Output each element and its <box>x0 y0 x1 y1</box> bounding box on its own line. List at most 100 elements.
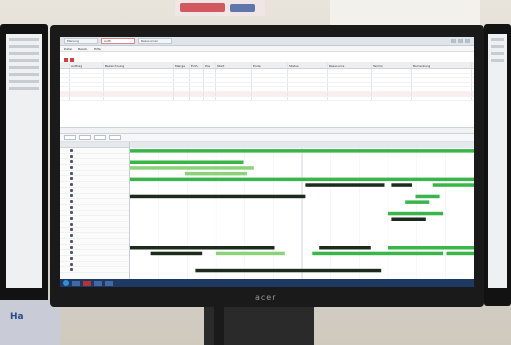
table-cell <box>412 73 472 78</box>
table-cell <box>70 91 104 96</box>
table-cell <box>372 87 412 91</box>
toolbar-icon[interactable] <box>70 57 74 62</box>
folder-icon <box>70 182 73 186</box>
gantt-bar[interactable] <box>130 160 244 165</box>
close-icon[interactable] <box>465 39 470 43</box>
order-grid: Auftrag Bezeichnung Menge Einh. Pos Start Ende… <box>60 57 474 127</box>
table-cell <box>70 96 104 101</box>
gantt-bar[interactable] <box>305 183 385 187</box>
table-cell <box>372 78 412 82</box>
gantt-bar[interactable] <box>432 183 474 187</box>
start-button[interactable] <box>63 280 69 286</box>
column-header[interactable]: Bemerkung <box>412 63 472 68</box>
gantt-bar[interactable] <box>446 251 475 256</box>
gantt-bar[interactable] <box>130 246 275 250</box>
column-header[interactable]: Status <box>288 63 328 68</box>
column-header[interactable]: Pos <box>204 63 216 68</box>
table-cell <box>252 96 288 101</box>
title-bar: Planung Auftr Ressourcen <box>60 37 474 46</box>
gantt-toolbar-button[interactable] <box>64 135 76 140</box>
tab-1[interactable]: Auftr <box>101 38 135 44</box>
gantt-panel <box>60 134 474 279</box>
tab-0[interactable]: Planung <box>64 38 98 44</box>
tree-row[interactable] <box>60 267 129 274</box>
gantt-bar[interactable] <box>319 246 371 250</box>
folder-icon <box>70 256 73 260</box>
table-cell <box>60 87 70 91</box>
gantt-bar[interactable] <box>312 251 443 256</box>
maximize-icon[interactable] <box>458 39 463 43</box>
gantt-toolbar-button[interactable] <box>94 135 106 140</box>
gantt-bar[interactable] <box>391 217 426 222</box>
minimize-icon[interactable] <box>451 39 456 43</box>
taskbar-app[interactable] <box>83 280 91 286</box>
column-header[interactable]: Termin <box>372 63 412 68</box>
left-monitor-screen <box>6 34 42 288</box>
gantt-toolbar-button[interactable] <box>109 135 121 140</box>
tab-2[interactable]: Ressourcen <box>138 38 172 44</box>
table-cell <box>328 78 372 82</box>
table-cell <box>60 69 70 73</box>
folder-icon <box>70 160 73 164</box>
table-row[interactable] <box>60 96 474 102</box>
folder-icon <box>70 165 73 169</box>
column-header[interactable]: Start <box>216 63 252 68</box>
menu-item-help[interactable]: Hilfe <box>94 46 101 51</box>
table-cell <box>104 69 174 73</box>
toolbar-icon[interactable] <box>64 57 68 62</box>
gantt-bar[interactable] <box>130 194 306 199</box>
table-cell <box>60 96 70 101</box>
column-header[interactable]: Bezeichnung <box>104 63 174 68</box>
folder-icon <box>70 154 73 158</box>
table-cell <box>252 69 288 73</box>
table-cell <box>216 82 252 87</box>
table-cell <box>190 82 204 87</box>
folder-icon <box>70 148 73 152</box>
gantt-bar[interactable] <box>388 246 474 250</box>
gantt-bar[interactable] <box>195 268 382 273</box>
table-cell <box>216 96 252 101</box>
table-cell <box>328 82 372 87</box>
table-cell <box>412 69 472 73</box>
gantt-bar[interactable] <box>405 200 430 204</box>
table-cell <box>104 91 174 96</box>
gantt-bar[interactable] <box>415 194 440 199</box>
gantt-bar[interactable] <box>150 251 203 256</box>
gantt-bar[interactable] <box>391 183 412 187</box>
table-cell <box>204 87 216 91</box>
table-cell <box>104 73 174 78</box>
gantt-bar[interactable] <box>388 211 443 216</box>
table-cell <box>104 78 174 82</box>
grid-body <box>60 69 474 102</box>
right-monitor-screen <box>488 34 507 288</box>
menu-item-edit[interactable]: Bearb. <box>78 46 88 51</box>
gantt-toolbar-button[interactable] <box>79 135 91 140</box>
table-cell <box>204 73 216 78</box>
taskbar-app[interactable] <box>72 280 80 286</box>
table-cell <box>70 87 104 91</box>
taskbar-app[interactable] <box>105 280 113 286</box>
folder-icon <box>70 245 73 249</box>
column-header[interactable]: Einh. <box>190 63 204 68</box>
menu-item-file[interactable]: Datei <box>64 46 72 51</box>
window-controls <box>451 39 470 43</box>
gantt-bar[interactable] <box>130 149 474 153</box>
table-cell <box>288 78 328 82</box>
table-cell <box>288 73 328 78</box>
left-monitor <box>0 24 48 306</box>
table-cell <box>412 91 472 96</box>
taskbar-app[interactable] <box>94 280 102 286</box>
column-header[interactable]: Menge <box>174 63 190 68</box>
column-header[interactable] <box>60 63 70 68</box>
folder-icon <box>70 171 73 175</box>
gantt-bar[interactable] <box>216 251 285 256</box>
gantt-bar[interactable] <box>130 177 474 182</box>
column-header[interactable]: Ende <box>252 63 288 68</box>
gantt-bar[interactable] <box>130 166 254 170</box>
column-header[interactable]: Ressource <box>328 63 372 68</box>
table-cell <box>216 73 252 78</box>
table-cell <box>372 73 412 78</box>
gantt-bar[interactable] <box>185 171 247 176</box>
column-header[interactable]: Auftrag <box>70 63 104 68</box>
table-cell <box>174 87 190 91</box>
